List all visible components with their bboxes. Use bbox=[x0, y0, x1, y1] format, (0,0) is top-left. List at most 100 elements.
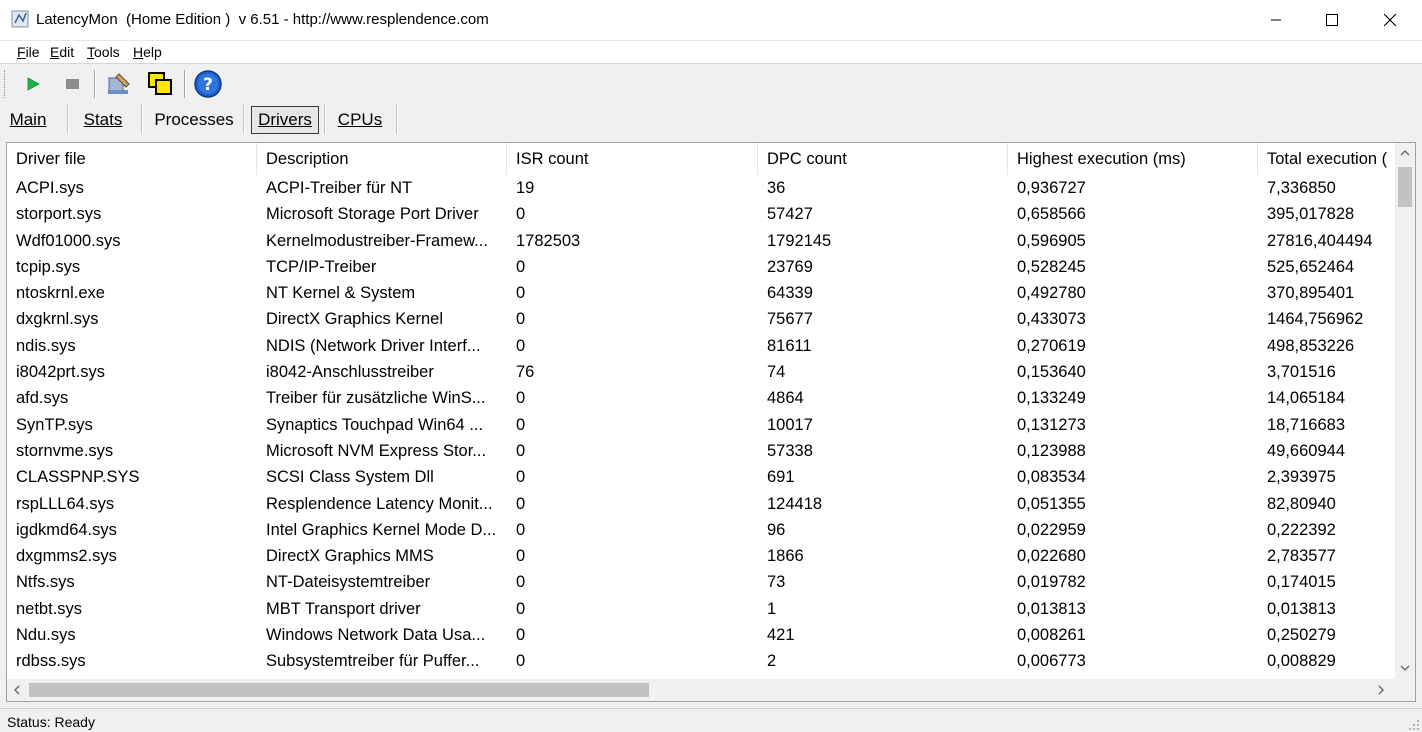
cell-description: Resplendence Latency Monit... bbox=[266, 494, 493, 513]
cell-highest-execution: 0,008261 bbox=[1017, 626, 1086, 645]
menu-file-mnemonic: F bbox=[17, 44, 26, 60]
cell-driver-file: dxgkrnl.sys bbox=[16, 310, 99, 329]
cell-description: TCP/IP-Treiber bbox=[266, 257, 377, 276]
cell-highest-execution: 0,006773 bbox=[1017, 652, 1086, 671]
tab-drivers[interactable]: Drivers bbox=[251, 106, 319, 134]
horizontal-scrollbar[interactable] bbox=[7, 679, 1395, 701]
cell-driver-file: Ndu.sys bbox=[16, 626, 76, 645]
table-row[interactable]: igdkmd64.sys Intel Graphics Kernel Mode D… bbox=[7, 517, 1391, 543]
table-row[interactable]: ntoskrnl.exe NT Kernel & System 0 64339 0,49… bbox=[7, 280, 1391, 306]
menu-edit-mnemonic: E bbox=[50, 44, 60, 60]
column-header-highest-execution[interactable]: Highest execution (ms) bbox=[1008, 143, 1258, 175]
table-row[interactable]: tcpip.sys TCP/IP-Treiber 0 23769 0,528245 525… bbox=[7, 254, 1391, 280]
cell-description: NT-Dateisystemtreiber bbox=[266, 573, 431, 592]
column-header-total-execution[interactable]: Total execution ( bbox=[1258, 143, 1392, 175]
stop-button[interactable] bbox=[57, 68, 87, 100]
resize-grip-icon[interactable] bbox=[1408, 718, 1420, 730]
vertical-scrollbar[interactable] bbox=[1395, 143, 1415, 679]
close-button[interactable] bbox=[1361, 0, 1419, 40]
vertical-scroll-thumb[interactable] bbox=[1398, 167, 1412, 207]
cell-isr-count: 0 bbox=[516, 205, 526, 224]
scroll-left-icon[interactable] bbox=[13, 685, 21, 698]
tab-cpus[interactable]: CPUs bbox=[333, 106, 387, 134]
minimize-button[interactable] bbox=[1247, 0, 1305, 40]
table-row[interactable]: stornvme.sys Microsoft NVM Express Stor..… bbox=[7, 438, 1391, 464]
tab-main[interactable]: Main bbox=[4, 106, 52, 134]
cell-driver-file: SynTP.sys bbox=[16, 415, 93, 434]
scroll-down-icon[interactable] bbox=[1400, 663, 1410, 675]
cell-total-execution: 525,652464 bbox=[1267, 257, 1355, 276]
column-header-description[interactable]: Description bbox=[257, 143, 507, 175]
table-row[interactable]: netbt.sys MBT Transport driver 0 1 0,013813 0… bbox=[7, 596, 1391, 622]
column-header-dpc-count[interactable]: DPC count bbox=[758, 143, 1008, 175]
toolbar-grip[interactable] bbox=[4, 70, 7, 98]
windows-button[interactable] bbox=[145, 68, 175, 100]
cell-dpc-count: 1792145 bbox=[767, 231, 832, 250]
cell-description: DirectX Graphics MMS bbox=[266, 547, 434, 566]
menu-tools[interactable]: Tools bbox=[87, 44, 120, 60]
cell-highest-execution: 0,658566 bbox=[1017, 205, 1086, 224]
tool-button[interactable] bbox=[104, 68, 134, 100]
cell-highest-execution: 0,433073 bbox=[1017, 310, 1086, 329]
cell-description: NDIS (Network Driver Interf... bbox=[266, 336, 481, 355]
toolbar: ? bbox=[0, 64, 1422, 102]
cell-description: ACPI-Treiber für NT bbox=[266, 179, 413, 197]
cell-highest-execution: 0,936727 bbox=[1017, 179, 1086, 197]
tab-stats-label: Stats bbox=[83, 110, 123, 129]
cell-isr-count: 0 bbox=[516, 599, 526, 618]
table-row[interactable]: Wdf01000.sys Kernelmodustreiber-Framew...… bbox=[7, 228, 1391, 254]
cell-total-execution: 370,895401 bbox=[1267, 284, 1355, 303]
cell-isr-count: 1782503 bbox=[516, 231, 581, 250]
table-row[interactable]: dxgkrnl.sys DirectX Graphics Kernel 0 75677… bbox=[7, 306, 1391, 332]
column-header-isr-count[interactable]: ISR count bbox=[507, 143, 758, 175]
start-button[interactable] bbox=[18, 68, 48, 100]
cell-isr-count: 0 bbox=[516, 468, 526, 487]
cell-highest-execution: 0,528245 bbox=[1017, 257, 1086, 276]
menu-edit-label: dit bbox=[59, 44, 75, 60]
table-row[interactable]: Ndu.sys Windows Network Data Usa... 0 421 0,… bbox=[7, 622, 1391, 648]
cell-dpc-count: 1866 bbox=[767, 547, 804, 566]
tab-processes[interactable]: Processes bbox=[150, 106, 238, 134]
cell-highest-execution: 0,596905 bbox=[1017, 231, 1086, 250]
cell-description: MBT Transport driver bbox=[266, 599, 421, 618]
drivers-list[interactable]: Driver file Description ISR count DPC co… bbox=[6, 142, 1416, 702]
table-row[interactable]: ndis.sys NDIS (Network Driver Interf... 0 8… bbox=[7, 333, 1391, 359]
close-icon bbox=[1384, 14, 1396, 26]
tab-stats[interactable]: Stats bbox=[76, 106, 130, 134]
cell-total-execution: 14,065184 bbox=[1267, 389, 1345, 408]
cell-total-execution: 3,701516 bbox=[1267, 363, 1336, 382]
scroll-right-icon[interactable] bbox=[1377, 685, 1385, 698]
cell-total-execution: 0,250279 bbox=[1267, 626, 1336, 645]
scroll-up-icon[interactable] bbox=[1400, 148, 1410, 160]
table-row[interactable]: rdbss.sys Subsystemtreiber für Puffer... 0… bbox=[7, 648, 1391, 674]
table-row[interactable]: SynTP.sys Synaptics Touchpad Win64 ... 0 10… bbox=[7, 412, 1391, 438]
table-row[interactable]: storport.sys Microsoft Storage Port Drive… bbox=[7, 201, 1391, 227]
cell-description: SCSI Class System Dll bbox=[266, 468, 434, 487]
toolbar-separator bbox=[94, 70, 96, 98]
cell-driver-file: dxgmms2.sys bbox=[16, 547, 117, 566]
table-row[interactable]: i8042prt.sys i8042-Anschlusstreiber 76 74 0,… bbox=[7, 359, 1391, 385]
menu-edit[interactable]: Edit bbox=[50, 44, 74, 60]
table-row[interactable]: afd.sys Treiber für zusätzliche WinS... 0 4… bbox=[7, 385, 1391, 411]
maximize-icon bbox=[1326, 14, 1338, 26]
cell-highest-execution: 0,131273 bbox=[1017, 415, 1086, 434]
table-header: Driver file Description ISR count DPC co… bbox=[7, 143, 1395, 175]
table-row[interactable]: dxgmms2.sys DirectX Graphics MMS 0 1866 0,02… bbox=[7, 543, 1391, 569]
table-row[interactable]: CLASSPNP.SYS SCSI Class System Dll 0 691 0,0… bbox=[7, 464, 1391, 490]
table-row[interactable]: rspLLL64.sys Resplendence Latency Monit..… bbox=[7, 491, 1391, 517]
cell-isr-count: 0 bbox=[516, 626, 526, 645]
help-icon: ? bbox=[194, 70, 222, 98]
table-row[interactable]: Ntfs.sys NT-Dateisystemtreiber 0 73 0,019782… bbox=[7, 569, 1391, 595]
cell-total-execution: 49,660944 bbox=[1267, 441, 1345, 460]
maximize-button[interactable] bbox=[1303, 0, 1361, 40]
cell-isr-count: 0 bbox=[516, 494, 526, 513]
horizontal-scroll-thumb[interactable] bbox=[29, 683, 649, 697]
cell-highest-execution: 0,013813 bbox=[1017, 599, 1086, 618]
table-row[interactable]: ACPI.sys ACPI-Treiber für NT 19 36 0,936727 7… bbox=[7, 175, 1391, 201]
column-header-driver-file[interactable]: Driver file bbox=[7, 143, 257, 175]
tool-icon bbox=[108, 73, 130, 94]
menu-help[interactable]: Help bbox=[133, 44, 162, 60]
help-button[interactable]: ? bbox=[193, 68, 223, 100]
menu-file[interactable]: File bbox=[17, 44, 40, 60]
cell-isr-count: 0 bbox=[516, 415, 526, 434]
